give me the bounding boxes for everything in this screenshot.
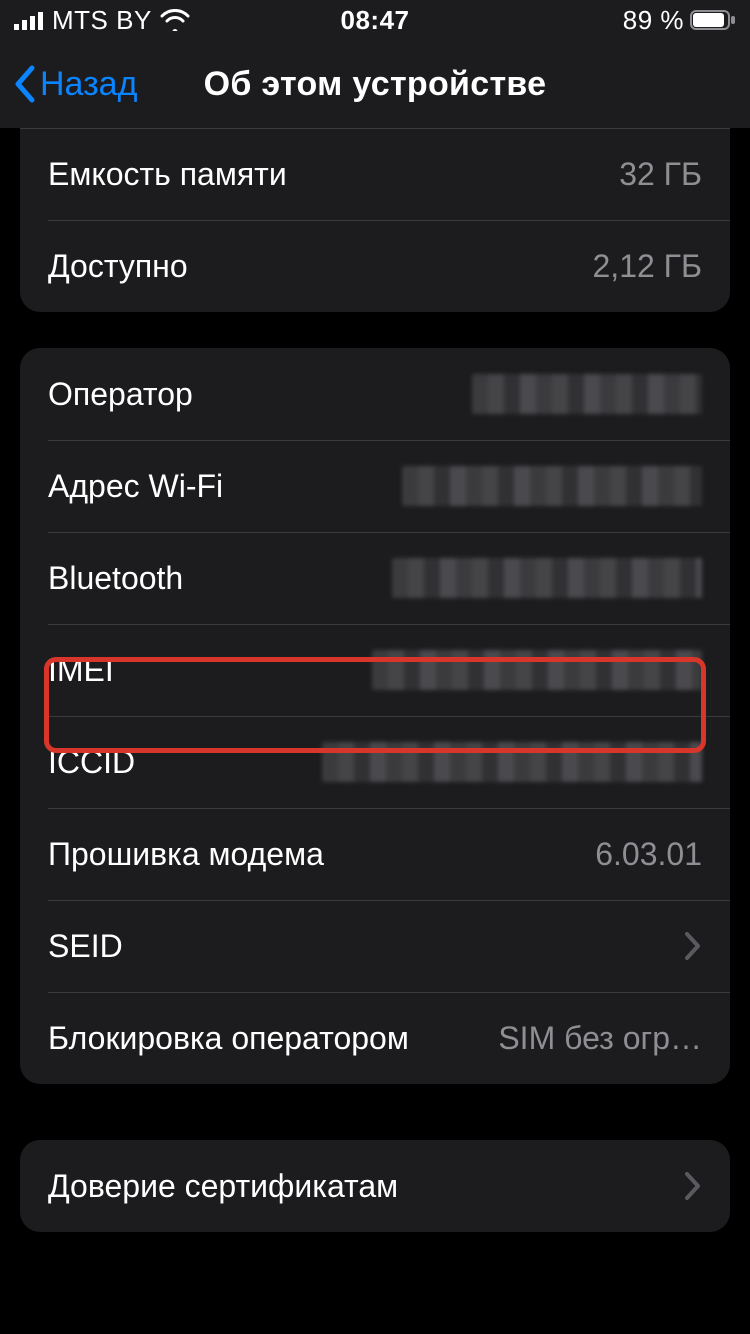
navigation-bar: Назад Об этом устройстве: [0, 40, 750, 128]
redacted-value: [402, 466, 702, 506]
row-label: Bluetooth: [48, 560, 183, 597]
row-value: 2,12 ГБ: [593, 248, 703, 285]
row-value: 32 ГБ: [619, 156, 702, 193]
redacted-value: [472, 374, 702, 414]
row-label: Доверие сертификатам: [48, 1168, 398, 1205]
chevron-left-icon: [12, 64, 36, 104]
row-label: Оператор: [48, 376, 193, 413]
group-certificates: Доверие сертификатам: [20, 1140, 730, 1232]
row-available[interactable]: Доступно 2,12 ГБ: [20, 220, 730, 312]
row-label: IMEI: [48, 652, 114, 689]
battery-percent: 89 %: [623, 5, 684, 36]
back-button[interactable]: Назад: [12, 64, 137, 104]
redacted-value: [372, 650, 702, 690]
settings-scroll-area[interactable]: Емкость памяти 32 ГБ Доступно 2,12 ГБ Оп…: [0, 128, 750, 1232]
row-value: SIM без огр…: [498, 1020, 702, 1057]
row-label: Емкость памяти: [48, 156, 287, 193]
back-label: Назад: [40, 65, 137, 104]
row-label: SEID: [48, 928, 123, 965]
row-iccid[interactable]: ICCID: [20, 716, 730, 808]
group-storage: Емкость памяти 32 ГБ Доступно 2,12 ГБ: [20, 128, 730, 312]
row-capacity[interactable]: Емкость памяти 32 ГБ: [20, 128, 730, 220]
row-label: Прошивка модема: [48, 836, 324, 873]
cellular-signal-icon: [14, 10, 44, 30]
row-label: Доступно: [48, 248, 188, 285]
status-bar: MTS BY 08:47 89 %: [0, 0, 750, 40]
wifi-icon: [160, 9, 190, 31]
chevron-right-icon: [684, 1171, 702, 1201]
row-value: 6.03.01: [595, 836, 702, 873]
row-seid[interactable]: SEID: [20, 900, 730, 992]
row-label: Блокировка оператором: [48, 1020, 409, 1057]
row-carrier-lock[interactable]: Блокировка оператором SIM без огр…: [20, 992, 730, 1084]
carrier-label: MTS BY: [52, 5, 152, 36]
row-wifi-address[interactable]: Адрес Wi-Fi: [20, 440, 730, 532]
group-network: Оператор Адрес Wi-Fi Bluetooth IMEI ICCI: [20, 348, 730, 1084]
chevron-right-icon: [684, 931, 702, 961]
battery-icon: [690, 9, 736, 31]
row-label: ICCID: [48, 744, 135, 781]
row-certificate-trust[interactable]: Доверие сертификатам: [20, 1140, 730, 1232]
row-label: Адрес Wi-Fi: [48, 468, 223, 505]
row-carrier[interactable]: Оператор: [20, 348, 730, 440]
row-modem-firmware[interactable]: Прошивка модема 6.03.01: [20, 808, 730, 900]
row-imei[interactable]: IMEI: [20, 624, 730, 716]
row-bluetooth[interactable]: Bluetooth: [20, 532, 730, 624]
redacted-value: [322, 742, 702, 782]
redacted-value: [392, 558, 702, 598]
